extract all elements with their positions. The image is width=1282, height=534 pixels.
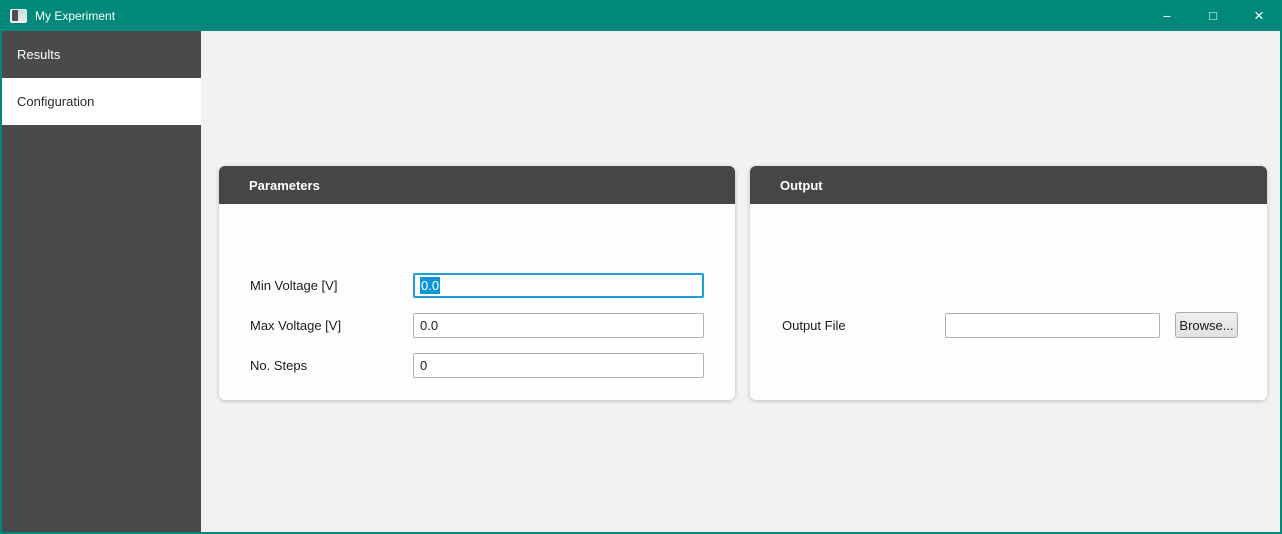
max-voltage-label: Max Voltage [V]: [250, 318, 342, 333]
window-title: My Experiment: [35, 8, 116, 23]
app-icon-content-pane: [17, 10, 26, 21]
min-voltage-selected-value: 0.0: [420, 277, 441, 294]
parameters-panel-body: Min Voltage [V] 0.0 Max Voltage [V] No. …: [219, 204, 735, 400]
window-controls: − □ ×: [1144, 0, 1282, 31]
main-content: Parameters Min Voltage [V] 0.0 Max Volta…: [201, 31, 1280, 532]
sidebar-item-configuration[interactable]: Configuration: [2, 78, 201, 125]
app-window: My Experiment − □ × Results Configuratio…: [0, 0, 1282, 534]
titlebar[interactable]: My Experiment − □ ×: [0, 0, 1282, 31]
maximize-icon[interactable]: □: [1190, 0, 1236, 31]
sidebar-item-results[interactable]: Results: [2, 31, 201, 78]
output-panel-body: Output File Browse...: [750, 204, 1267, 400]
app-icon-sidebar-pane: [11, 10, 18, 21]
close-icon[interactable]: ×: [1236, 0, 1282, 31]
num-steps-input[interactable]: [413, 353, 704, 378]
app-icon: [10, 8, 27, 23]
min-voltage-input[interactable]: 0.0: [413, 273, 704, 298]
max-voltage-input[interactable]: [413, 313, 704, 338]
num-steps-label: No. Steps: [250, 358, 308, 373]
output-file-label: Output File: [782, 318, 846, 333]
parameters-panel: Parameters Min Voltage [V] 0.0 Max Volta…: [219, 166, 735, 400]
output-file-input[interactable]: [945, 313, 1160, 338]
output-panel-header: Output: [750, 166, 1267, 204]
minimize-icon[interactable]: −: [1144, 0, 1190, 31]
sidebar: Results Configuration: [2, 31, 201, 532]
parameters-panel-header: Parameters: [219, 166, 735, 204]
min-voltage-label: Min Voltage [V]: [250, 278, 338, 293]
output-panel: Output Output File Browse...: [750, 166, 1267, 400]
browse-button[interactable]: Browse...: [1175, 312, 1238, 338]
